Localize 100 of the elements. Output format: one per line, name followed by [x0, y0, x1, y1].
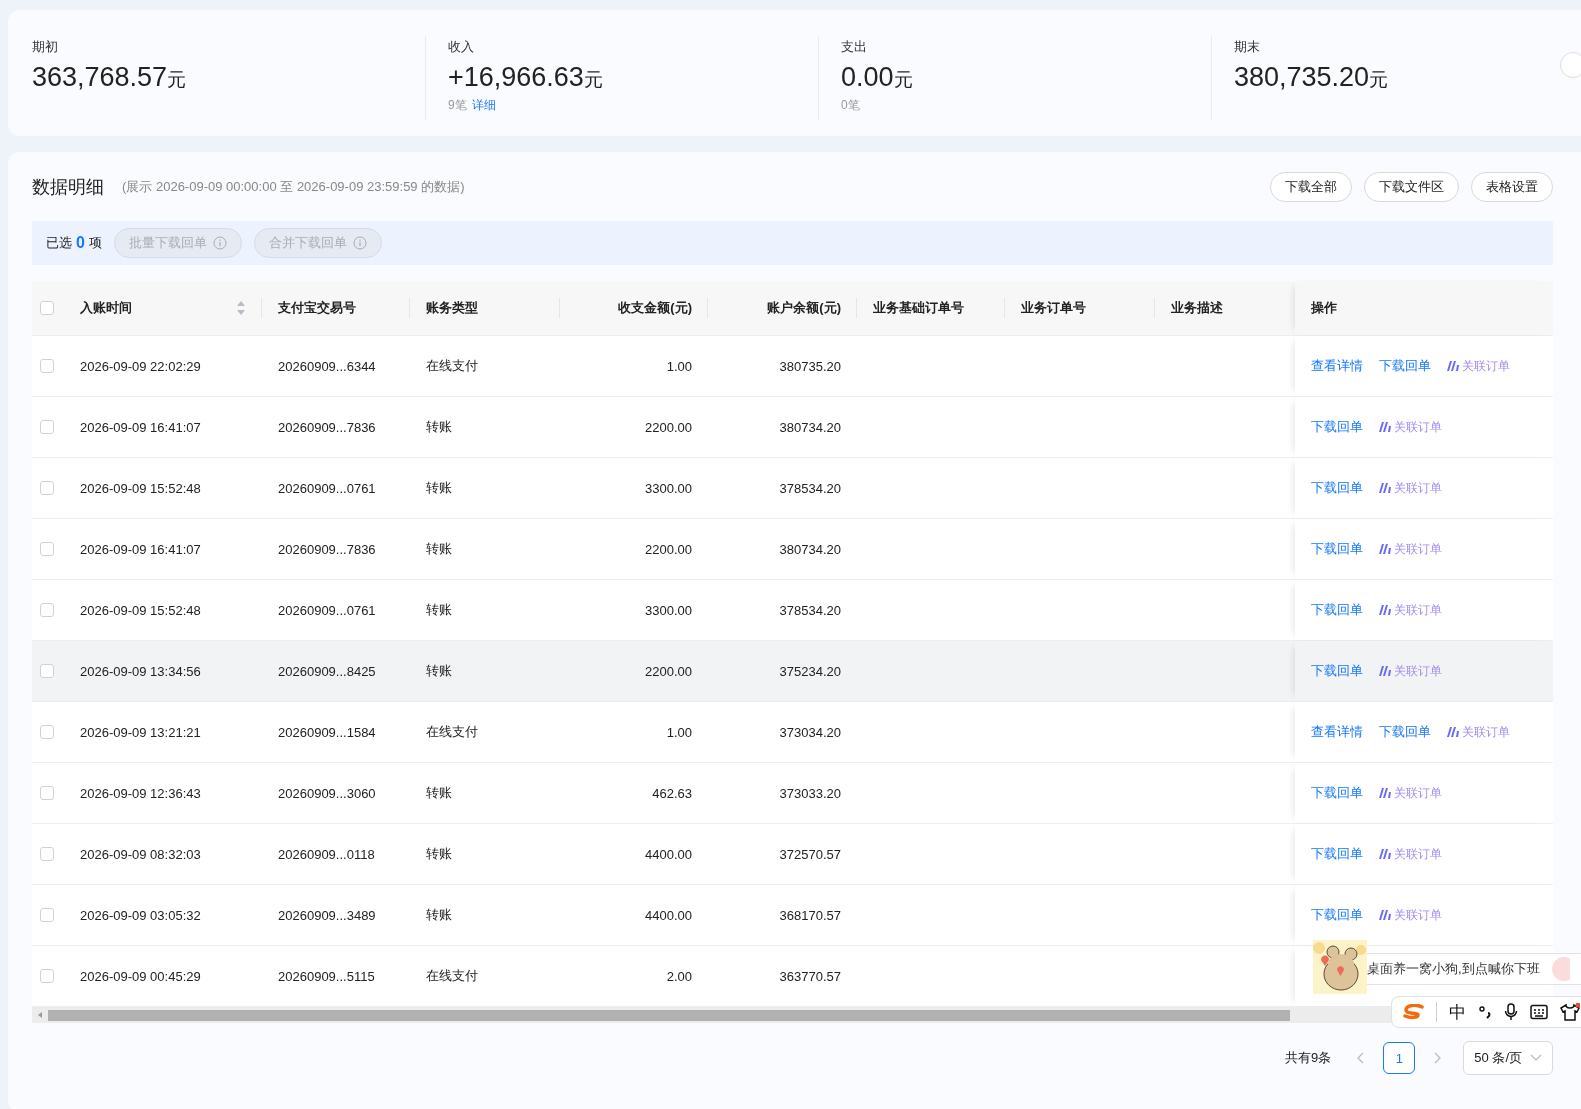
toolbar-button[interactable]: 下载全部	[1270, 172, 1352, 202]
info-icon	[352, 236, 367, 250]
page-button[interactable]: 1	[1383, 1042, 1416, 1074]
column-header: 账务类型	[426, 299, 478, 317]
ime-mode-toggle[interactable]: 中	[1449, 1000, 1466, 1024]
table-cell: 在线支付	[426, 357, 478, 375]
column-header: 收支金额(元)	[618, 299, 692, 317]
shirt-icon[interactable]	[1560, 1003, 1580, 1021]
column-header: 支付宝交易号	[278, 299, 356, 317]
action-link[interactable]: 查看详情	[1311, 357, 1363, 375]
ai-action-link[interactable]: 关联订单	[1379, 601, 1442, 619]
action-link[interactable]: 下载回单	[1311, 418, 1363, 436]
date-range-note: (展示 2026-09-09 00:00:00 至 2026-09-09 23:59:59 的数据)	[122, 178, 465, 196]
stat-amount: 0.00	[841, 62, 894, 92]
page-size-select[interactable]: 50 条/页	[1463, 1041, 1553, 1075]
table-cell: 2026-09-09 13:34:56	[80, 663, 201, 679]
table-cell: 380735.20	[779, 358, 841, 374]
section-title: 数据明细	[32, 176, 104, 199]
table-cell: 4400.00	[645, 907, 692, 923]
sort-icon[interactable]	[236, 300, 246, 316]
column-header: 业务订单号	[1021, 299, 1086, 317]
table-cell: 1.00	[666, 724, 692, 740]
table-cell: 转账	[426, 418, 452, 436]
table-cell: 20260909...7836	[278, 419, 376, 435]
ai-action-link[interactable]: 关联订单	[1379, 784, 1442, 802]
checkbox[interactable]	[40, 664, 54, 678]
action-link[interactable]: 下载回单	[1379, 357, 1431, 375]
popup-text: 桌面养一窝小狗,到点喊你下班	[1367, 960, 1540, 978]
previous-page-icon[interactable]	[1357, 1052, 1366, 1064]
scroll-left-icon[interactable]	[36, 1011, 44, 1019]
table-cell: 转账	[426, 845, 452, 863]
checkbox[interactable]	[40, 969, 54, 983]
toolbar-button[interactable]: 表格设置	[1471, 172, 1553, 202]
action-link[interactable]: 下载回单	[1311, 845, 1363, 863]
table-cell: 373033.20	[779, 785, 841, 801]
popup-button-icon[interactable]	[1549, 957, 1570, 981]
checkbox[interactable]	[40, 908, 54, 922]
toolbar-button[interactable]: 下载文件区	[1364, 172, 1459, 202]
ai-action-link[interactable]: 关联订单	[1379, 906, 1442, 924]
checkbox[interactable]	[40, 420, 54, 434]
checkbox[interactable]	[40, 481, 54, 495]
ai-icon	[1379, 666, 1391, 676]
unit-label: 元	[893, 69, 913, 90]
ai-action-link[interactable]: 关联订单	[1447, 723, 1510, 741]
column-header: 业务基础订单号	[873, 299, 964, 317]
table-cell: 在线支付	[426, 967, 478, 985]
punctuation-icon[interactable]	[1478, 1004, 1492, 1020]
unit-label: 元	[1369, 69, 1389, 90]
ai-icon	[1379, 544, 1391, 554]
stat-label: 收入	[448, 38, 475, 56]
action-link[interactable]: 下载回单	[1311, 601, 1363, 619]
action-link[interactable]: 查看详情	[1311, 723, 1363, 741]
checkbox[interactable]	[40, 786, 54, 800]
selection-label: 项	[88, 234, 102, 252]
table-cell: 380734.20	[779, 419, 841, 435]
checkbox[interactable]	[40, 359, 54, 373]
table-cell: 转账	[426, 479, 452, 497]
checkbox[interactable]	[40, 603, 54, 617]
ai-action-link[interactable]: 关联订单	[1379, 540, 1442, 558]
ai-action-link[interactable]: 关联订单	[1379, 662, 1442, 680]
table-cell: 2026-09-09 16:41:07	[80, 541, 201, 557]
detail-link[interactable]: 详细	[471, 98, 496, 112]
input-method-logo-icon[interactable]	[1402, 1004, 1424, 1020]
ai-icon	[1379, 422, 1391, 432]
selection-label: 已选	[46, 234, 72, 252]
table-cell: 2026-09-09 15:52:48	[80, 602, 201, 618]
table-cell: 462.63	[652, 785, 692, 801]
table-cell: 2200.00	[645, 419, 692, 435]
table-cell: 368170.57	[779, 907, 841, 923]
ai-icon	[1379, 849, 1391, 859]
stat-amount: 380,735.20	[1234, 62, 1370, 92]
ai-action-link[interactable]: 关联订单	[1379, 418, 1442, 436]
table-cell: 2026-09-09 15:52:48	[80, 480, 201, 496]
table-cell: 373034.20	[779, 724, 841, 740]
action-link[interactable]: 下载回单	[1311, 540, 1363, 558]
action-link[interactable]: 下载回单	[1311, 784, 1363, 802]
ai-action-link[interactable]: 关联订单	[1379, 845, 1442, 863]
checkbox[interactable]	[40, 847, 54, 861]
table-cell: 20260909...0761	[278, 602, 376, 618]
checkbox[interactable]	[40, 542, 54, 556]
action-link[interactable]: 下载回单	[1311, 479, 1363, 497]
microphone-icon[interactable]	[1504, 1003, 1518, 1021]
action-link[interactable]: 下载回单	[1311, 906, 1363, 924]
column-header: 入账时间	[80, 299, 132, 317]
table-cell: 转账	[426, 601, 452, 619]
action-link[interactable]: 下载回单	[1311, 662, 1363, 680]
ai-icon	[1447, 361, 1459, 371]
table-cell: 20260909...3060	[278, 785, 376, 801]
checkbox[interactable]	[40, 301, 54, 315]
checkbox[interactable]	[40, 725, 54, 739]
ai-action-link[interactable]: 关联订单	[1447, 357, 1510, 375]
stat-label: 支出	[841, 38, 868, 56]
action-link[interactable]: 下载回单	[1379, 723, 1431, 741]
table-cell: 375234.20	[779, 663, 841, 679]
table-cell: 2026-09-09 00:45:29	[80, 968, 201, 984]
keyboard-icon[interactable]	[1530, 1004, 1548, 1020]
table-cell: 378534.20	[779, 602, 841, 618]
table-cell: 2200.00	[645, 663, 692, 679]
ai-action-link[interactable]: 关联订单	[1379, 479, 1442, 497]
next-page-icon[interactable]	[1433, 1052, 1442, 1064]
